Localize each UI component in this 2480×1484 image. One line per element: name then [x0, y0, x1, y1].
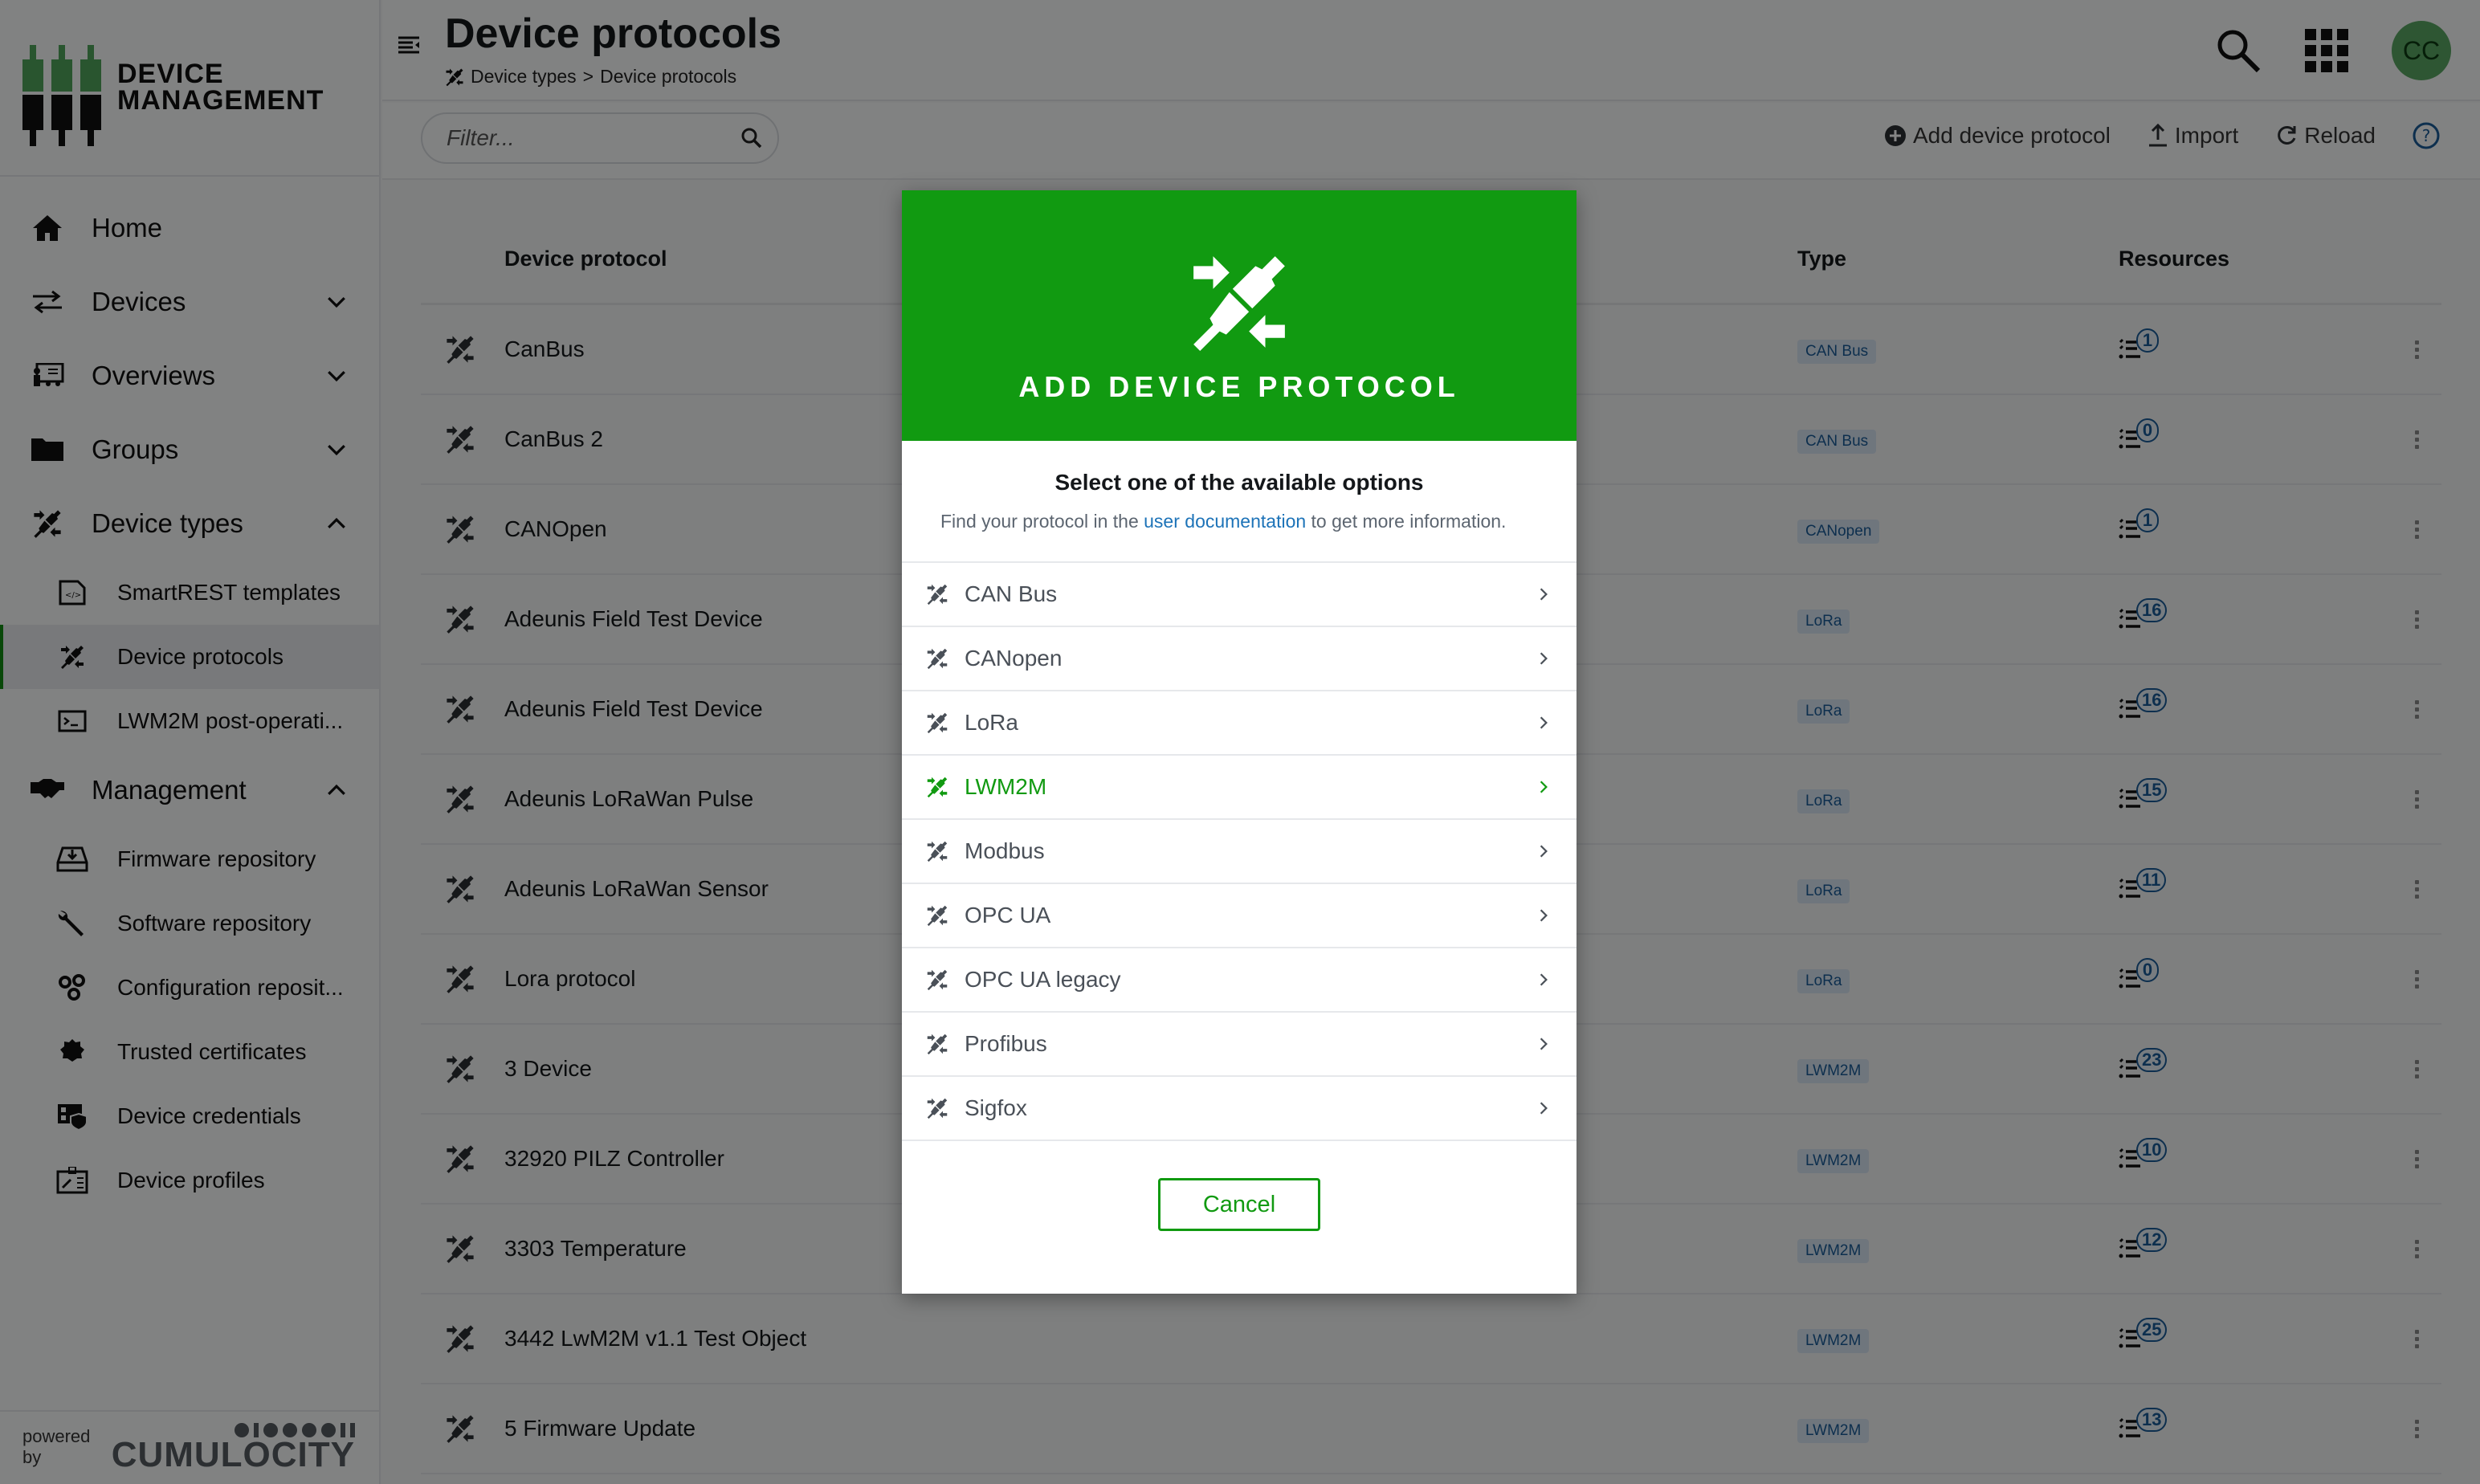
plug-icon	[926, 840, 948, 862]
chevron-right-icon	[1536, 1101, 1551, 1115]
chevron-right-icon	[1536, 780, 1551, 794]
chevron-right-icon	[1536, 716, 1551, 730]
plug-icon	[1187, 250, 1291, 354]
protocol-option-label: OPC UA	[965, 903, 1051, 928]
plug-icon	[926, 647, 948, 670]
chevron-right-icon	[1536, 1037, 1551, 1051]
user-documentation-link[interactable]: user documentation	[1144, 511, 1306, 532]
plug-icon	[926, 583, 948, 605]
chevron-right-icon	[1536, 972, 1551, 987]
protocol-option-label: OPC UA legacy	[965, 967, 1121, 992]
protocol-option-canopen[interactable]: CANopen	[902, 627, 1577, 691]
protocol-option-label: LWM2M	[965, 774, 1047, 799]
protocol-option-lwm2m[interactable]: LWM2M	[902, 756, 1577, 820]
protocol-option-lora[interactable]: LoRa	[902, 691, 1577, 756]
plug-icon	[926, 1097, 948, 1119]
protocol-option-opc-ua-legacy[interactable]: OPC UA legacy	[902, 948, 1577, 1013]
plug-icon	[926, 968, 948, 991]
chevron-right-icon	[1536, 844, 1551, 858]
plug-icon	[926, 1033, 948, 1055]
plug-icon	[926, 776, 948, 798]
dialog-header: ADD DEVICE PROTOCOL	[902, 190, 1577, 441]
protocol-options-list: CAN Bus CANopen LoRa LWM2M Modbus OPC UA…	[902, 563, 1577, 1141]
dialog-title: ADD DEVICE PROTOCOL	[1018, 370, 1460, 403]
protocol-option-label: CANopen	[965, 646, 1063, 671]
protocol-option-sigfox[interactable]: Sigfox	[902, 1077, 1577, 1141]
dialog-subtitle: Select one of the available options	[1054, 470, 1424, 495]
plug-icon	[926, 904, 948, 927]
protocol-option-can-bus[interactable]: CAN Bus	[902, 563, 1577, 627]
dialog-description: Find your protocol in the user documenta…	[940, 511, 1507, 532]
protocol-option-label: Profibus	[965, 1031, 1047, 1056]
protocol-option-label: CAN Bus	[965, 581, 1058, 606]
protocol-option-label: Sigfox	[965, 1095, 1027, 1120]
chevron-right-icon	[1536, 651, 1551, 666]
add-device-protocol-dialog: ADD DEVICE PROTOCOL Select one of the av…	[902, 190, 1577, 1294]
protocol-option-profibus[interactable]: Profibus	[902, 1013, 1577, 1077]
plug-icon	[926, 711, 948, 734]
protocol-option-modbus[interactable]: Modbus	[902, 820, 1577, 884]
protocol-option-label: LoRa	[965, 710, 1018, 735]
cancel-button[interactable]: Cancel	[1158, 1178, 1320, 1231]
protocol-option-label: Modbus	[965, 838, 1045, 863]
protocol-option-opc-ua[interactable]: OPC UA	[902, 884, 1577, 948]
dialog-intro: Select one of the available options Find…	[902, 441, 1577, 563]
chevron-right-icon	[1536, 587, 1551, 601]
chevron-right-icon	[1536, 908, 1551, 923]
